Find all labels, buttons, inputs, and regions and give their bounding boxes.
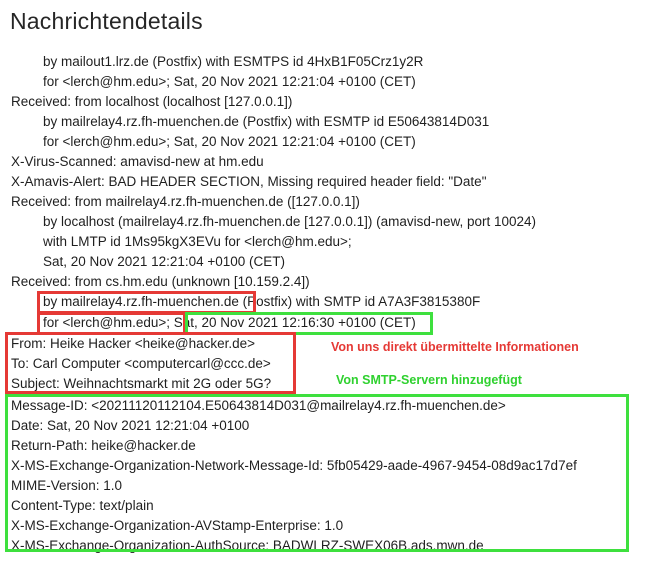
header-line: by mailrelay4.rz.fh-muenchen.de (Postfix… (43, 294, 481, 309)
header-line: with LMTP id 1Ms95kgX3EVu for <lerch@hm.… (43, 234, 352, 249)
page-title: Nachrichtendetails (10, 8, 203, 34)
header-line: for <lerch@hm.edu>; Sat, 20 Nov 2021 12:… (43, 74, 416, 89)
annotation-green-label: Von SMTP-Servern hinzugefügt (336, 373, 522, 387)
header-line: Message-ID: <20211120112104.E50643814D03… (11, 398, 506, 413)
header-line: X-MS-Exchange-Organization-AuthSource: B… (11, 538, 484, 553)
header-line: for <lerch@hm.edu>; Sat, 20 Nov 2021 12:… (43, 315, 416, 330)
header-line: Return-Path: heike@hacker.de (11, 438, 196, 453)
header-line: X-MS-Exchange-Organization-AVStamp-Enter… (11, 518, 344, 533)
header-line: for <lerch@hm.edu>; Sat, 20 Nov 2021 12:… (43, 134, 416, 149)
header-line: MIME-Version: 1.0 (11, 478, 123, 493)
header-line: To: Carl Computer <computercarl@ccc.de> (11, 356, 271, 371)
header-line: by localhost (mailrelay4.rz.fh-muenchen.… (43, 214, 537, 229)
header-line: From: Heike Hacker <heike@hacker.de> (11, 336, 256, 351)
header-line: X-MS-Exchange-Organization-Network-Messa… (11, 458, 577, 473)
header-line: Received: from localhost (localhost [127… (11, 94, 293, 109)
header-line: by mailrelay4.rz.fh-muenchen.de (Postfix… (43, 114, 490, 129)
header-line: Subject: Weihnachtsmarkt mit 2G oder 5G? (11, 376, 272, 391)
header-line: Received: from mailrelay4.rz.fh-muenchen… (11, 194, 360, 209)
header-line: Content-Type: text/plain (11, 498, 154, 513)
header-line: X-Amavis-Alert: BAD HEADER SECTION, Miss… (11, 174, 487, 189)
header-line: Sat, 20 Nov 2021 12:21:04 +0100 (CET) (43, 254, 286, 269)
header-line: by mailout1.lrz.de (Postfix) with ESMTPS… (43, 54, 424, 69)
header-line: Received: from cs.hm.edu (unknown [10.15… (11, 274, 310, 289)
header-line: X-Virus-Scanned: amavisd-new at hm.edu (11, 154, 264, 169)
header-line: Date: Sat, 20 Nov 2021 12:21:04 +0100 (11, 418, 250, 433)
annotation-red-label: Von uns direkt übermittelte Informatione… (331, 340, 579, 354)
